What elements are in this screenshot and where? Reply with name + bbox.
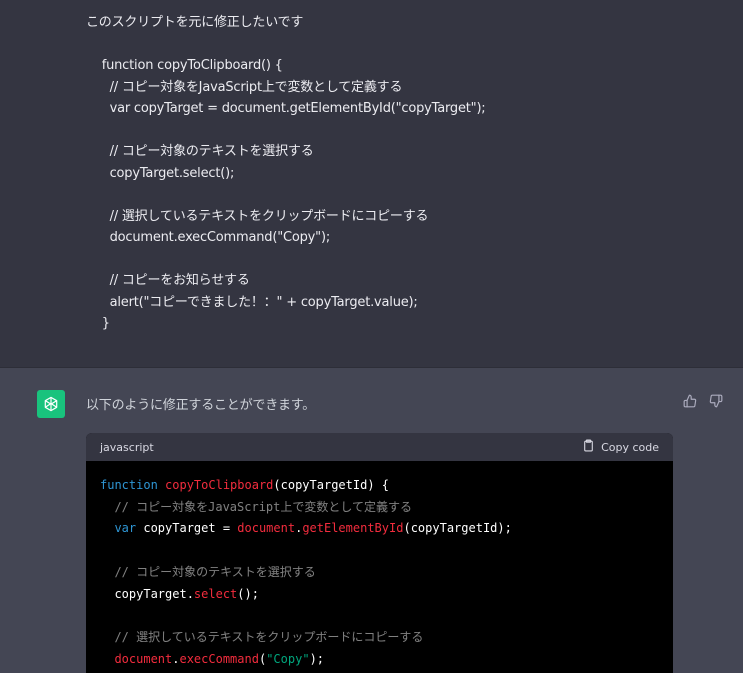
copy-code-button[interactable]: Copy code — [582, 439, 659, 455]
code-token: getElementById — [302, 521, 404, 536]
user-message-line: function copyToClipboard() { — [86, 58, 283, 73]
code-token: document — [237, 521, 296, 536]
user-message-line — [86, 249, 486, 271]
code-token: (copyTargetId) { — [273, 478, 389, 492]
user-message: このスクリプトを元に修正したいです function copyToClipboa… — [0, 0, 743, 368]
code-line: var copyTarget = document.getElementById… — [100, 518, 659, 540]
code-token: select — [193, 586, 238, 601]
code-content: function copyToClipboard(copyTargetId) {… — [86, 461, 673, 670]
assistant-reply-text: 以下のように修正することができます。 — [86, 398, 316, 413]
code-block: javascript Copy code function copyToClip… — [86, 433, 673, 673]
code-block-header: javascript Copy code — [86, 433, 673, 461]
code-language-label: javascript — [100, 440, 154, 454]
code-token: execCommand — [179, 651, 259, 666]
user-message-line — [86, 184, 486, 206]
thumbs-down-icon[interactable] — [708, 393, 724, 409]
code-token: // 選択しているテキストをクリップボードにコピーする — [100, 629, 424, 644]
code-token: copyTarget = — [143, 521, 238, 536]
code-token: copyToClipboard — [165, 478, 274, 492]
user-message-line: document.execCommand("Copy"); — [86, 230, 331, 245]
code-token: copyTarget. — [100, 586, 194, 601]
code-token: var — [100, 521, 144, 536]
openai-logo-icon — [37, 390, 65, 418]
user-message-line — [86, 34, 486, 56]
thumbs-up-icon[interactable] — [682, 393, 698, 409]
code-token: ); — [309, 651, 325, 666]
code-line: document.execCommand("Copy"); — [100, 649, 659, 671]
code-token: (copyTargetId); — [403, 521, 512, 536]
clipboard-icon — [582, 439, 595, 455]
copy-code-label: Copy code — [601, 440, 659, 454]
code-line: // 選択しているテキストをクリップボードにコピーする — [100, 627, 659, 649]
code-line: // コピー対象をJavaScript上で変数として定義する — [100, 497, 659, 519]
user-message-line: // コピー対象のテキストを選択する — [86, 144, 314, 159]
user-message-line: } — [86, 316, 110, 331]
code-token: "Copy" — [266, 651, 310, 666]
code-token: // コピー対象のテキストを選択する — [100, 564, 316, 579]
assistant-message: 以下のように修正することができます。 javascript Copy code — [0, 368, 743, 673]
user-message-line — [86, 120, 486, 142]
user-message-line: // コピーをお知らせする — [86, 273, 250, 288]
user-message-line: このスクリプトを元に修正したいです — [86, 15, 304, 30]
code-token: (); — [237, 586, 259, 601]
code-token: document — [100, 651, 173, 666]
code-line: // コピー対象のテキストを選択する — [100, 562, 659, 584]
user-message-line: // 選択しているテキストをクリップボードにコピーする — [86, 208, 429, 224]
code-line: function copyToClipboard(copyTargetId) { — [100, 475, 659, 497]
user-message-line: alert("コピーできました！：" + copyTarget.value); — [86, 294, 418, 310]
code-token: // コピー対象をJavaScript上で変数として定義する — [100, 499, 413, 514]
user-message-text: このスクリプトを元に修正したいです function copyToClipboa… — [86, 12, 486, 335]
user-message-line: var copyTarget = document.getElementById… — [86, 101, 486, 116]
code-line: copyTarget.select(); — [100, 584, 659, 606]
user-message-line: // コピー対象をJavaScript上で変数として定義する — [86, 79, 403, 95]
user-message-line: copyTarget.select(); — [86, 165, 235, 181]
code-token: function — [100, 478, 166, 492]
